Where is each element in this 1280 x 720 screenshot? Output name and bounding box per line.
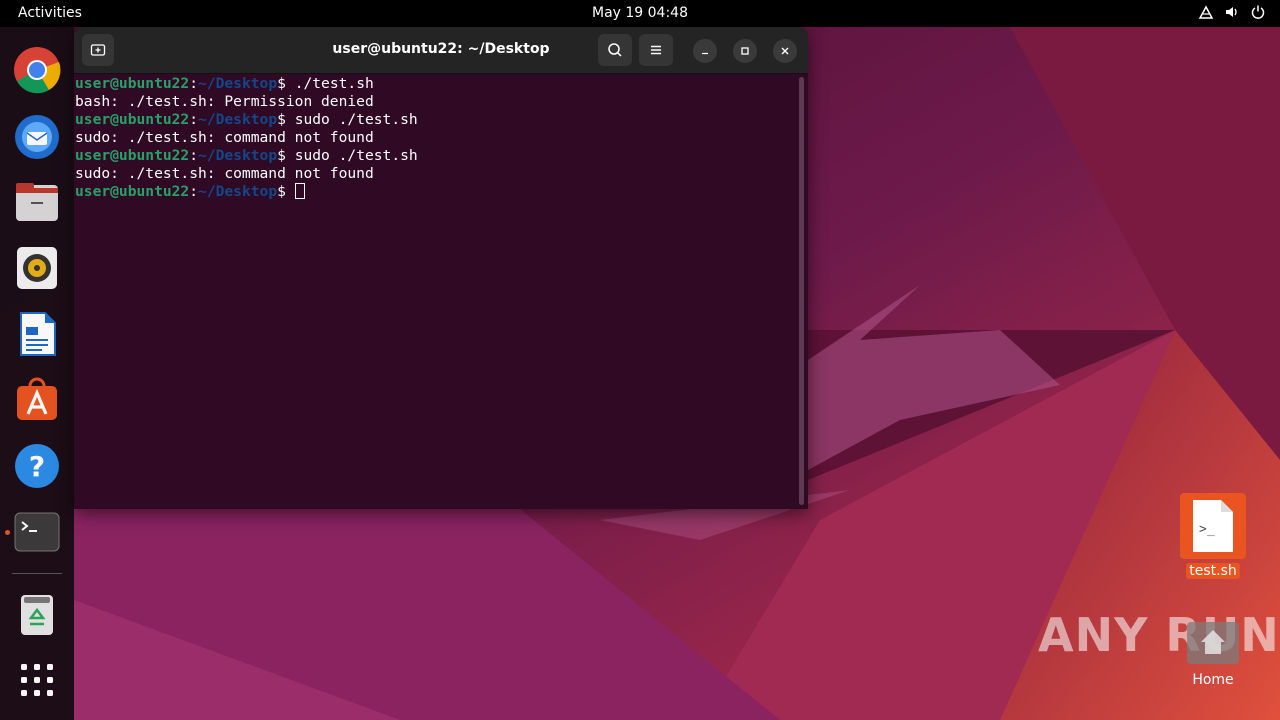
dock-item-writer[interactable]: [13, 310, 61, 358]
minimize-button[interactable]: [693, 39, 717, 63]
desktop-file-test-sh[interactable]: >_ test.sh: [1180, 493, 1246, 579]
text-cursor: [294, 183, 305, 199]
writer-icon: [20, 312, 56, 356]
trash-icon: [21, 595, 53, 635]
dock-item-chrome[interactable]: [13, 46, 61, 94]
terminal-line: user@ubuntu22:~/Desktop$: [75, 183, 795, 201]
home-folder-icon: [1187, 622, 1239, 664]
file-label: test.sh: [1186, 563, 1240, 579]
terminal-icon: [14, 512, 60, 552]
terminal-line: user@ubuntu22:~/Desktop$ sudo ./test.sh: [75, 147, 418, 164]
app-grid-icon: [21, 664, 53, 696]
terminal-line: user@ubuntu22:~/Desktop$ sudo ./test.sh: [75, 111, 418, 128]
thunderbird-icon: [15, 115, 59, 159]
desktop-home-folder[interactable]: Home: [1180, 616, 1246, 688]
activities-button[interactable]: Activities: [18, 5, 82, 21]
dock-item-app-center[interactable]: [13, 376, 61, 424]
home-label: Home: [1192, 672, 1234, 688]
dock-item-thunderbird[interactable]: [13, 112, 61, 160]
system-tray[interactable]: [1198, 4, 1266, 20]
top-bar: Activities May 19 04:48: [0, 0, 1280, 27]
menu-button[interactable]: [639, 34, 673, 66]
terminal-line: user@ubuntu22:~/Desktop$ ./test.sh: [75, 75, 374, 92]
terminal-scrollbar[interactable]: [799, 77, 804, 505]
terminal-window[interactable]: user@ubuntu22: ~/Desktop user@ubuntu22:~…: [74, 27, 808, 509]
close-icon: [781, 47, 789, 55]
app-center-icon: [17, 377, 57, 420]
dock-item-trash[interactable]: [13, 590, 61, 638]
search-button[interactable]: [598, 34, 632, 66]
power-icon: [1251, 5, 1265, 19]
terminal-titlebar[interactable]: user@ubuntu22: ~/Desktop: [74, 27, 808, 74]
terminal-line: bash: ./test.sh: Permission denied: [75, 93, 374, 110]
dock-separator: [12, 573, 62, 574]
volume-icon: [1226, 7, 1237, 17]
close-button[interactable]: [773, 39, 797, 63]
new-tab-icon: [90, 44, 106, 56]
shell-script-icon: >_: [1193, 500, 1233, 552]
dock-item-terminal[interactable]: [13, 508, 61, 556]
new-tab-button[interactable]: [82, 34, 114, 66]
terminal-line: sudo: ./test.sh: command not found: [75, 165, 374, 182]
network-icon: [1198, 5, 1214, 19]
hamburger-menu-icon: [651, 45, 661, 55]
minimize-icon: [702, 52, 708, 55]
rhythmbox-icon: [17, 247, 57, 289]
dock-item-rhythmbox[interactable]: [13, 244, 61, 292]
files-icon: [16, 183, 58, 221]
terminal-line: sudo: ./test.sh: command not found: [75, 129, 374, 146]
maximize-icon: [741, 47, 749, 55]
show-apps-button[interactable]: [13, 656, 61, 704]
svg-text:?: ?: [29, 450, 45, 483]
file-icon-background: >_: [1180, 493, 1246, 559]
dock-item-help[interactable]: ?: [13, 442, 61, 490]
dock: ?: [0, 27, 74, 720]
help-icon: ?: [15, 444, 59, 488]
chrome-icon: [14, 47, 61, 94]
svg-text:>_: >_: [1199, 522, 1215, 537]
dock-item-files[interactable]: [13, 178, 61, 226]
maximize-button[interactable]: [733, 39, 757, 63]
clock[interactable]: May 19 04:48: [592, 5, 688, 21]
search-icon: [608, 43, 622, 57]
terminal-output[interactable]: user@ubuntu22:~/Desktop$ ./test.sh bash: …: [75, 75, 795, 507]
running-indicator: [5, 530, 10, 535]
